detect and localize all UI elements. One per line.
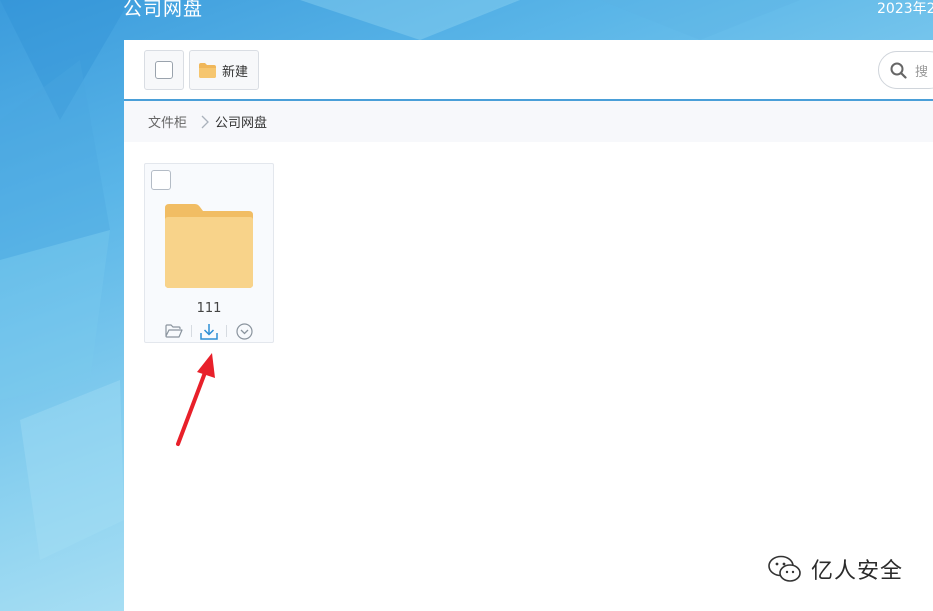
select-all-button[interactable] (144, 50, 184, 90)
search-icon (890, 62, 907, 79)
app-title: 公司网盘 (123, 0, 204, 20)
annotation-arrow (176, 353, 215, 446)
file-cabinet-panel: 新建 搜 文件柜 公司网盘 111 (124, 40, 933, 611)
folder-open-icon (165, 324, 183, 338)
new-button[interactable]: 新建 (189, 50, 259, 90)
watermark: 亿人安全 (767, 553, 903, 585)
open-folder-button[interactable] (161, 321, 187, 341)
header-date: 2023年2 (877, 1, 933, 17)
folder-card-actions (145, 321, 273, 341)
breadcrumb-current: 公司网盘 (215, 116, 268, 131)
search-placeholder: 搜 (915, 64, 929, 80)
chevron-right-icon (201, 115, 209, 129)
chevron-circle-down-icon (235, 322, 253, 340)
folder-name[interactable]: 111 (145, 301, 273, 316)
folder-card-checkbox[interactable] (151, 170, 171, 190)
watermark-text: 亿人安全 (811, 559, 904, 584)
folder-card[interactable]: 111 (144, 163, 274, 343)
more-options-button[interactable] (231, 321, 257, 341)
search-input[interactable]: 搜 (878, 51, 933, 89)
folder-icon (199, 62, 216, 78)
download-button[interactable] (196, 321, 222, 341)
breadcrumb-root[interactable]: 文件柜 (148, 112, 187, 131)
folder-icon (165, 204, 253, 288)
wechat-icon (768, 555, 801, 582)
breadcrumb: 文件柜 公司网盘 (124, 101, 933, 142)
toolbar: 新建 搜 (124, 40, 933, 101)
download-icon (200, 323, 218, 340)
action-divider (226, 325, 227, 337)
action-divider (191, 325, 192, 337)
new-button-label: 新建 (222, 64, 249, 80)
select-all-checkbox[interactable] (155, 61, 173, 79)
